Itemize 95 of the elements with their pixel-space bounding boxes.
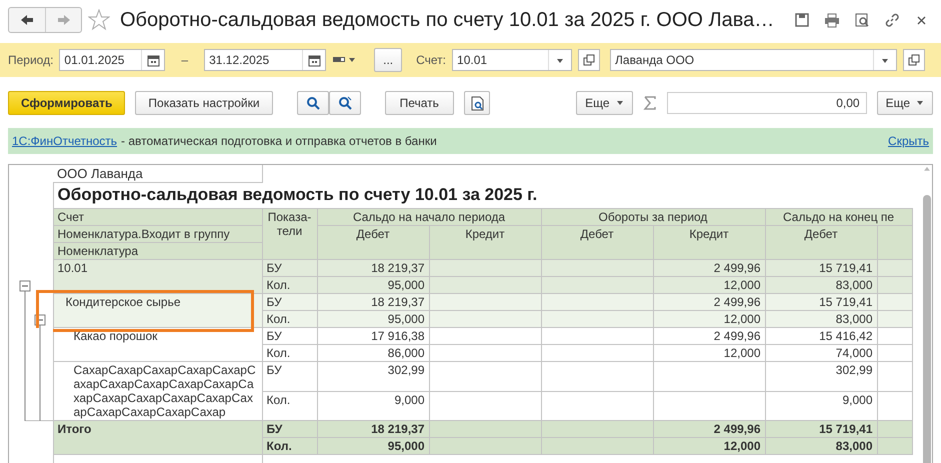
- indicator-cell: БУ: [266, 422, 282, 436]
- print-icon[interactable]: [824, 12, 840, 28]
- row-name: Итого: [58, 422, 92, 436]
- forward-arrow-icon: [56, 12, 72, 28]
- value-cell: 95,000: [388, 278, 424, 292]
- link-icon[interactable]: [884, 12, 900, 28]
- value-cell: 12,000: [724, 439, 760, 453]
- show-settings-button[interactable]: Показать настройки: [135, 91, 273, 115]
- column-header: Кредит: [653, 226, 765, 260]
- preview-button[interactable]: [464, 91, 490, 115]
- organization-field[interactable]: Лаванда ООО: [610, 49, 898, 71]
- calendar-icon[interactable]: [306, 52, 322, 68]
- value-cell: 83,000: [836, 278, 872, 292]
- column-header: Дебет: [765, 226, 877, 260]
- search-cancel-icon: [338, 96, 352, 110]
- print-button[interactable]: Печать: [384, 91, 454, 115]
- value-cell: 83,000: [836, 312, 872, 326]
- account-field[interactable]: 10.01: [452, 49, 572, 71]
- value-cell: 18 219,37: [371, 261, 424, 275]
- column-header: Счет: [53, 208, 262, 226]
- column-header: Дебет: [541, 226, 653, 260]
- period-from-field[interactable]: 01.01.2025: [59, 49, 166, 71]
- more-button[interactable]: Еще: [576, 91, 633, 115]
- indicator-cell: Кол.: [266, 392, 290, 406]
- open-icon[interactable]: [582, 53, 596, 67]
- banner-text: - автоматическая подготовка и отправка отчетов в банки: [121, 134, 438, 148]
- value-cell: 83,000: [836, 439, 872, 453]
- row-name: 10.01: [58, 261, 88, 275]
- hide-link[interactable]: Скрыть: [888, 134, 929, 148]
- indicator-cell: Кол.: [266, 346, 290, 360]
- save-icon[interactable]: [794, 12, 810, 28]
- indicator-cell: Кол.: [266, 439, 292, 453]
- cancel-search-button[interactable]: [328, 91, 361, 115]
- generate-button[interactable]: Сформировать: [8, 91, 126, 115]
- value-cell: 12,000: [724, 312, 760, 326]
- column-header: Кредит: [429, 226, 541, 260]
- calendar-icon[interactable]: [146, 52, 161, 68]
- indicator-cell: Кол.: [266, 278, 290, 292]
- column-group-header: Сальдо на конец пе: [765, 208, 912, 226]
- row-name: Какао порошок: [74, 329, 158, 343]
- sum-field: 0,00: [666, 92, 867, 114]
- period-dash: –: [181, 53, 188, 67]
- indicator-cell: БУ: [266, 295, 282, 309]
- service-link[interactable]: 1С:ФинОтчетность: [12, 134, 118, 148]
- row-name: СахарСахарСахарСахарСахарСахарСахарСахарСахарСахарСахарСахарСахарСахарСахарСахарСахарСахарСахарСахар: [74, 363, 256, 419]
- scrollbar[interactable]: [922, 165, 932, 463]
- star-icon[interactable]: [88, 9, 110, 31]
- column-header: Номенклатура: [53, 242, 262, 260]
- column-group-header: Сальдо на начало периода: [317, 208, 541, 226]
- account-label: Счет:: [416, 53, 446, 67]
- row-name: Кондитерское сырье: [66, 295, 180, 309]
- column-group-header: Обороты за период: [541, 208, 765, 226]
- value-cell: 2 499,96: [714, 422, 760, 436]
- choose-period-button[interactable]: ...: [374, 48, 402, 72]
- open-icon[interactable]: [907, 53, 922, 67]
- value-cell: 302,99: [388, 363, 424, 377]
- value-cell: 15 719,41: [819, 261, 872, 275]
- back-arrow-icon: [19, 12, 35, 28]
- value-cell: 302,99: [836, 363, 872, 377]
- period-to-field[interactable]: 31.12.2025: [204, 49, 326, 71]
- indicator-cell: БУ: [266, 329, 282, 343]
- value-cell: 12,000: [724, 346, 760, 360]
- value-cell: 15 416,42: [819, 329, 872, 343]
- column-header: Показа- тели: [262, 208, 317, 260]
- indicator-cell: БУ: [266, 363, 282, 377]
- value-cell: 12,000: [724, 278, 760, 292]
- value-cell: 18 219,37: [371, 295, 424, 309]
- value-cell: 2 499,96: [714, 261, 760, 275]
- value-cell: 15 719,41: [819, 295, 872, 309]
- more-button[interactable]: Еще: [876, 91, 933, 115]
- value-cell: 9,000: [394, 392, 424, 406]
- indicator-cell: БУ: [266, 261, 282, 275]
- indicator-cell: Кол.: [266, 312, 290, 326]
- value-cell: 9,000: [842, 392, 872, 406]
- collapse-icon[interactable]: [20, 280, 30, 294]
- value-cell: 2 499,96: [714, 329, 760, 343]
- value-cell: 86,000: [388, 346, 424, 360]
- search-button[interactable]: [296, 91, 329, 115]
- report-title: Оборотно-сальдовая ведомость по счету 10.01 за 2025 г.: [58, 185, 538, 204]
- search-icon: [306, 96, 320, 110]
- value-cell: 2 499,96: [714, 295, 760, 309]
- period-label: Период:: [8, 53, 54, 67]
- company-name: ООО Лаванда: [53, 165, 262, 182]
- value-cell: 17 916,38: [371, 329, 424, 343]
- column-header: Дебет: [317, 226, 429, 260]
- value-cell: 95,000: [388, 312, 424, 326]
- preview-icon[interactable]: [854, 12, 870, 28]
- value-cell: 74,000: [836, 346, 872, 360]
- preview-icon: [470, 96, 484, 110]
- sum-icon: [642, 95, 657, 111]
- value-cell: 18 219,37: [371, 422, 424, 436]
- column-header: Номенклатура.Входит в группу: [53, 226, 262, 242]
- value-cell: 95,000: [388, 439, 424, 453]
- value-cell: 15 719,41: [819, 422, 872, 436]
- window-title: Оборотно-сальдовая ведомость по счету 10.01 за 2025 г. ООО Лава…: [120, 8, 776, 32]
